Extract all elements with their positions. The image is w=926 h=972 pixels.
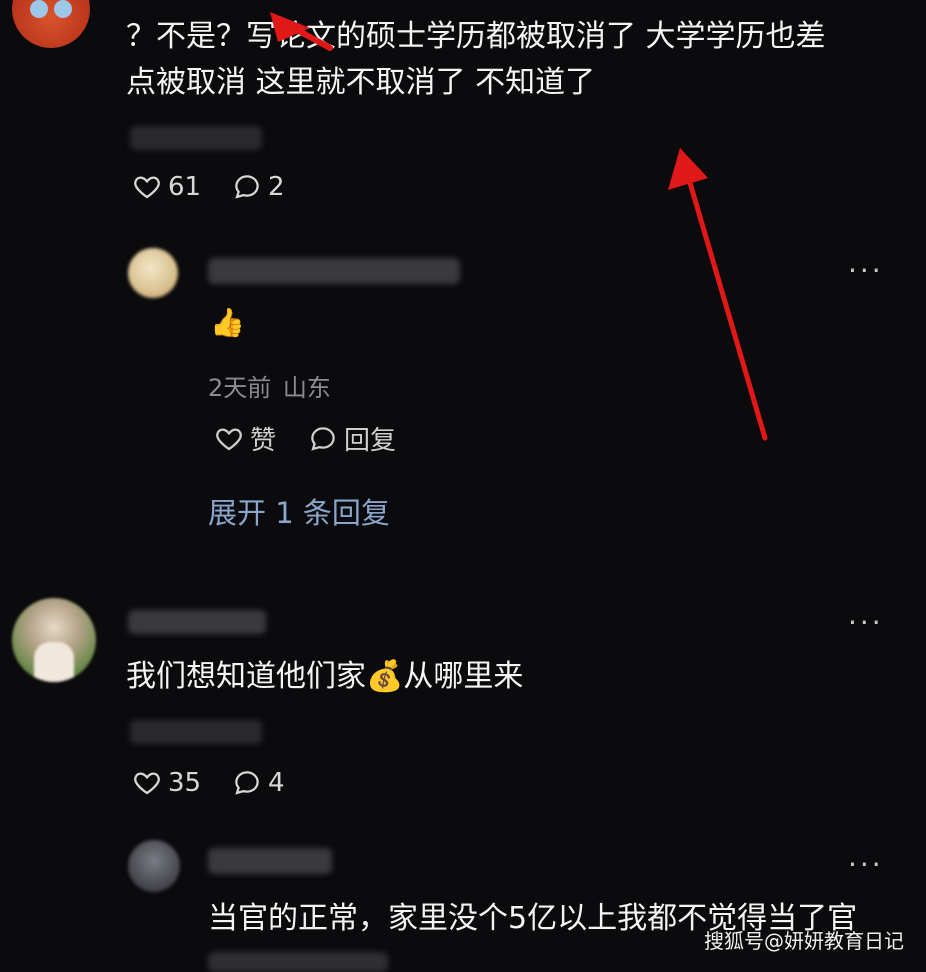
watermark: 搜狐号@妍妍教育日记	[704, 929, 904, 953]
red-arrow-annotation	[270, 12, 768, 441]
